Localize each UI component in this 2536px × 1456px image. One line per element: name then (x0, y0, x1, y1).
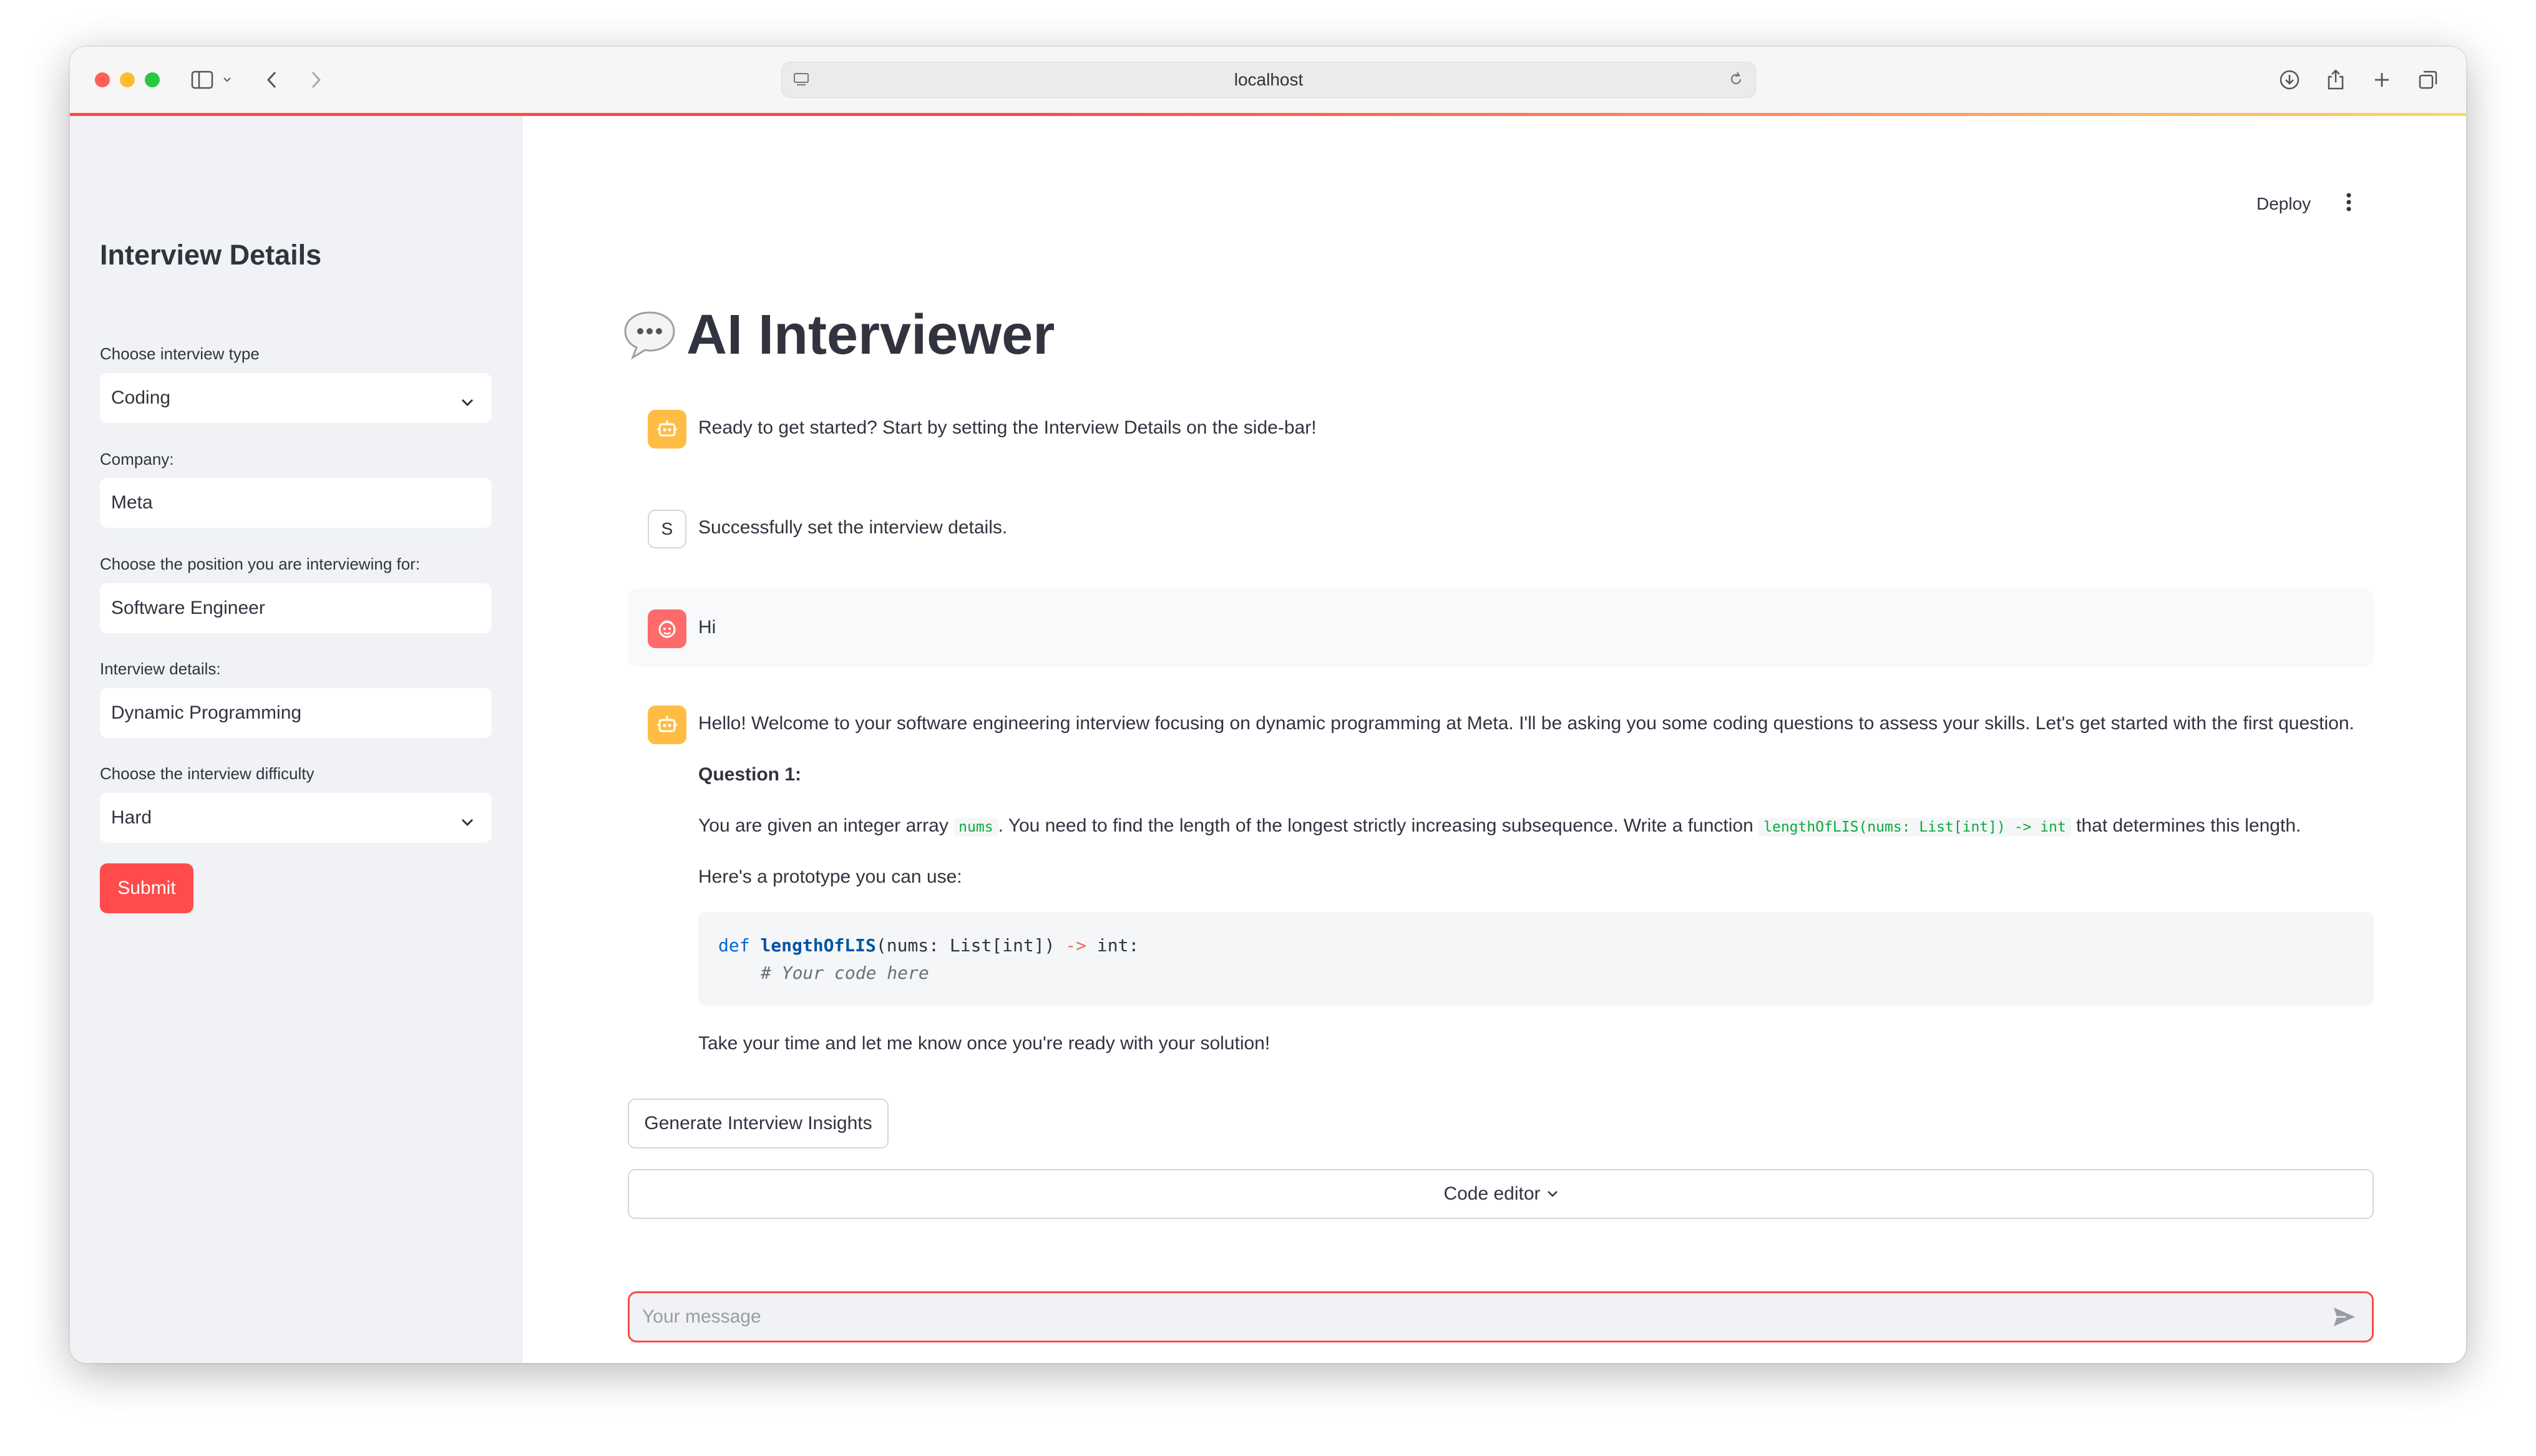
assistant-avatar (648, 410, 686, 449)
assistant-message-text: Ready to get started? Start by setting t… (698, 417, 1317, 438)
question-part-1: You are given an integer array (698, 815, 949, 836)
main-content: Deploy AI Interviewer Ready to get start… (523, 116, 2466, 1363)
user-message-container (628, 589, 2374, 667)
question-part-3: that determines this length. (2076, 815, 2301, 836)
close-window-button[interactable] (95, 72, 110, 87)
interview-details-label: Interview details: (100, 659, 221, 678)
interview-type-value: Coding (111, 387, 171, 408)
page-title-text: AI Interviewer (686, 304, 1055, 366)
speech-bubble-icon (624, 311, 675, 359)
user-avatar (648, 609, 686, 648)
system-message-text: Successfully set the interview details. (698, 517, 1008, 538)
page-settings-icon[interactable] (792, 70, 811, 93)
company-value: Meta (111, 492, 153, 513)
question-part-2: . You need to find the length of the lon… (998, 815, 1753, 836)
submit-button[interactable]: Submit (100, 863, 193, 913)
interview-type-select[interactable]: Coding (100, 373, 492, 423)
deploy-button[interactable]: Deploy (2256, 194, 2311, 214)
robot-icon (657, 420, 677, 437)
forward-arrow-icon[interactable] (304, 68, 328, 92)
share-icon[interactable] (2324, 68, 2348, 92)
code-block: def lengthOfLIS(nums: List[int]) -> int:… (698, 912, 2374, 1006)
inline-code-signature: lengthOfLIS(nums: List[int]) -> int (1758, 818, 2071, 837)
more-options-icon[interactable] (2344, 190, 2353, 218)
browser-window: localhost Interview Details Choose inter… (70, 47, 2466, 1363)
inline-code-nums: nums (953, 818, 998, 837)
sidebar: Interview Details Choose interview type … (70, 116, 523, 1363)
new-tab-icon[interactable] (2370, 68, 2394, 92)
interview-details-input[interactable]: Dynamic Programming (100, 688, 492, 738)
maximize-window-button[interactable] (145, 72, 160, 87)
code-function-name: lengthOfLIS (760, 935, 876, 956)
code-comment: # Your code here (761, 963, 929, 983)
interview-type-label: Choose interview type (100, 344, 260, 363)
page-title: AI Interviewer (622, 303, 1055, 367)
code-params: (nums: List[int]) (875, 935, 1066, 956)
chat-message-input[interactable] (641, 1306, 2266, 1328)
assistant-intro-text: Hello! Welcome to your software engineer… (698, 713, 2354, 734)
prototype-text: Here's a prototype you can use: (698, 866, 962, 887)
chevron-down-icon (461, 392, 474, 413)
minimize-window-button[interactable] (120, 72, 135, 87)
user-message-text: Hi (698, 617, 716, 638)
position-input[interactable]: Software Engineer (100, 583, 492, 633)
chevron-down-icon[interactable] (221, 68, 233, 92)
chat-input-container (628, 1291, 2374, 1342)
robot-icon (657, 716, 677, 732)
outro-text: Take your time and let me know once you'… (698, 1033, 1270, 1054)
generate-insights-button[interactable]: Generate Interview Insights (628, 1099, 889, 1148)
url-text: localhost (1234, 70, 1304, 89)
code-line-1: def lengthOfLIS(nums: List[int]) -> int: (718, 932, 2354, 959)
company-input[interactable]: Meta (100, 478, 492, 528)
chevron-down-icon (461, 812, 474, 833)
difficulty-select[interactable]: Hard (100, 793, 492, 843)
code-arrow: -> (1065, 935, 1087, 956)
browser-toolbar: localhost (70, 47, 2466, 114)
position-value: Software Engineer (111, 598, 265, 618)
code-line-2: # Your code here (718, 959, 2354, 987)
sidebar-title: Interview Details (100, 239, 322, 271)
code-editor-expander[interactable]: Code editor (628, 1169, 2374, 1219)
back-arrow-icon[interactable] (260, 68, 284, 92)
code-return-type: int: (1086, 935, 1139, 956)
code-keyword: def (718, 935, 750, 956)
sidebar-toggle-icon[interactable] (190, 68, 214, 92)
question-heading: Question 1: (698, 764, 802, 785)
assistant-avatar (648, 706, 686, 744)
question-text: You are given an integer array nums. You… (698, 815, 2301, 837)
system-avatar-letter: S (661, 519, 673, 538)
difficulty-label: Choose the interview difficulty (100, 764, 315, 783)
position-label: Choose the position you are interviewing… (100, 555, 421, 573)
tab-overview-icon[interactable] (2416, 68, 2440, 92)
chevron-down-icon (1547, 1190, 1558, 1198)
user-face-icon (658, 620, 676, 638)
system-avatar: S (648, 510, 686, 548)
reload-icon[interactable] (1727, 70, 1745, 93)
company-label: Company: (100, 450, 174, 468)
send-icon[interactable] (2332, 1306, 2357, 1333)
address-bar[interactable]: localhost (781, 62, 1756, 98)
download-icon[interactable] (2278, 68, 2301, 92)
difficulty-value: Hard (111, 807, 152, 828)
code-editor-label: Code editor (1443, 1183, 1541, 1204)
interview-details-value: Dynamic Programming (111, 702, 302, 723)
